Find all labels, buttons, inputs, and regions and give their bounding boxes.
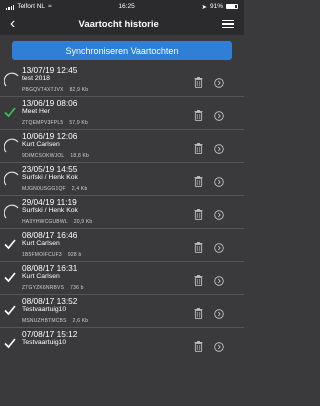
trip-size: 20,9 Kb bbox=[73, 219, 93, 225]
trip-meta: ZTQEMPV3FPL5 57,9 Kb bbox=[22, 120, 88, 126]
status-right: ➤ 91% bbox=[202, 3, 238, 11]
trip-date: 10/06/19 12:06 bbox=[22, 131, 78, 141]
sync-wrap: Synchroniseren Vaartochten bbox=[0, 35, 244, 60]
chevron-right-circle-icon[interactable] bbox=[214, 174, 224, 187]
checkmark-icon bbox=[4, 336, 18, 350]
trip-size: 18,8 Kb bbox=[70, 153, 90, 159]
trip-code: MJGN0USGG1QF bbox=[22, 186, 66, 192]
trip-date: 13/07/19 12:45 bbox=[22, 65, 78, 75]
trash-icon[interactable] bbox=[194, 306, 203, 319]
chevron-right-circle-icon[interactable] bbox=[214, 207, 224, 220]
trip-meta: PBGQVT4XTJVX 82,9 Kb bbox=[22, 87, 88, 93]
trash-icon[interactable] bbox=[194, 75, 203, 88]
trip-date: 29/04/19 11:19 bbox=[22, 197, 77, 207]
trash-icon[interactable] bbox=[194, 141, 203, 154]
pending-arc-icon bbox=[3, 171, 19, 186]
back-chevron-icon[interactable]: ‹ bbox=[10, 16, 15, 32]
trip-code: ZTGYZK6NRBVS bbox=[22, 285, 65, 291]
signal-icon bbox=[6, 4, 15, 10]
trip-code: HA3YHWCGUBWL bbox=[22, 219, 68, 225]
chevron-right-circle-icon[interactable] bbox=[214, 306, 224, 319]
trip-size: 2,6 Kb bbox=[72, 318, 89, 324]
trip-size: 736 b bbox=[70, 285, 84, 291]
trip-meta: MJGN0USGG1QF 2,4 Kb bbox=[22, 186, 87, 192]
trip-meta: MSNUZHBTMCBS 2,6 Kb bbox=[22, 318, 88, 324]
location-icon: ➤ bbox=[201, 3, 207, 11]
trip-name: Kurt Carlsen bbox=[22, 240, 60, 247]
trip-size: 928 b bbox=[67, 252, 82, 258]
checkmark-icon bbox=[4, 270, 18, 284]
trip-row[interactable]: 13/06/19 08:06 Meet Her ZTQEMPV3FPL5 57,9 K… bbox=[0, 97, 244, 130]
trip-name: Testvaartuig10 bbox=[22, 339, 67, 346]
trip-name: test 2018 bbox=[22, 75, 50, 82]
nav-bar: ‹ Vaartocht historie bbox=[0, 13, 244, 35]
checkmark-icon bbox=[4, 237, 18, 251]
sync-button[interactable]: Synchroniseren Vaartochten bbox=[12, 41, 232, 60]
status-left: Telfort NL ≈ bbox=[6, 3, 52, 10]
pending-arc-icon bbox=[3, 138, 19, 153]
battery-icon bbox=[226, 4, 238, 9]
checkmark-icon bbox=[4, 105, 18, 119]
carrier-label: Telfort NL bbox=[17, 3, 46, 10]
trip-code: MSNUZHBTMCBS bbox=[22, 318, 67, 324]
checkmark-icon bbox=[4, 303, 18, 317]
wifi-icon: ≈ bbox=[48, 3, 52, 10]
trip-name: Kurt Carlsen bbox=[22, 273, 60, 280]
trash-icon[interactable] bbox=[194, 240, 203, 253]
chevron-right-circle-icon[interactable] bbox=[214, 141, 224, 154]
trip-meta: ZTGYZK6NRBVS 736 b bbox=[22, 285, 84, 291]
trip-date: 13/06/19 08:06 bbox=[22, 98, 78, 108]
trip-list: 13/07/19 12:45 test 2018 PBGQVT4XTJVX 82,9 … bbox=[0, 64, 244, 352]
clock: 16:25 bbox=[118, 3, 135, 10]
trip-row[interactable]: 08/08/17 13:52 Testvaartuig10 MSNUZHBTMCBS… bbox=[0, 295, 244, 328]
trip-row[interactable]: 13/07/19 12:45 test 2018 PBGQVT4XTJVX 82,9 … bbox=[0, 64, 244, 97]
trip-name: Testvaartuig10 bbox=[22, 306, 67, 313]
trash-icon[interactable] bbox=[194, 207, 203, 220]
hamburger-menu-icon[interactable] bbox=[221, 19, 234, 29]
trash-icon[interactable] bbox=[194, 339, 203, 352]
trip-name: Surfski / Henk Kok bbox=[22, 207, 78, 214]
trip-row[interactable]: 29/04/19 11:19 Surfski / Henk Kok HA3YHWCG… bbox=[0, 196, 244, 229]
trip-size: 57,9 Kb bbox=[69, 120, 88, 126]
trip-row[interactable]: 23/05/19 14:55 Surfski / Henk Kok MJGN0USG… bbox=[0, 163, 244, 196]
trip-meta: 9DIMCSOKWJOL 18,8 Kb bbox=[22, 153, 89, 159]
status-bar: Telfort NL ≈ 16:25 ➤ 91% bbox=[0, 0, 244, 13]
trip-row[interactable]: 08/08/17 16:31 Kurt Carlsen ZTGYZK6NRBVS 73… bbox=[0, 262, 244, 295]
trip-meta: 1B5FMOIFCUF3 928 b bbox=[22, 252, 81, 258]
trip-row[interactable]: 07/08/17 15:12 Testvaartuig10 bbox=[0, 328, 244, 352]
chevron-right-circle-icon[interactable] bbox=[214, 240, 224, 253]
trip-size: 2,4 Kb bbox=[71, 186, 88, 192]
trash-icon[interactable] bbox=[194, 273, 203, 286]
trip-size: 82,9 Kb bbox=[69, 87, 89, 93]
chevron-right-circle-icon[interactable] bbox=[214, 75, 224, 88]
trip-code: ZTQEMPV3FPL5 bbox=[22, 120, 64, 126]
trash-icon[interactable] bbox=[194, 174, 203, 187]
trip-name: Meet Her bbox=[22, 108, 50, 115]
chevron-right-circle-icon[interactable] bbox=[214, 108, 224, 121]
trip-code: PBGQVT4XTJVX bbox=[22, 87, 64, 93]
trip-code: 9DIMCSOKWJOL bbox=[22, 153, 65, 159]
trip-date: 07/08/17 15:12 bbox=[22, 329, 78, 339]
chevron-right-circle-icon[interactable] bbox=[214, 273, 224, 286]
trip-meta: HA3YHWCGUBWL 20,9 Kb bbox=[22, 219, 92, 225]
trip-date: 08/08/17 13:52 bbox=[22, 296, 78, 306]
chevron-right-circle-icon[interactable] bbox=[214, 339, 224, 352]
battery-percent: 91% bbox=[209, 3, 223, 10]
trip-date: 08/08/17 16:46 bbox=[22, 230, 78, 240]
trip-row[interactable]: 08/08/17 16:46 Kurt Carlsen 1B5FMOIFCUF3 92… bbox=[0, 229, 244, 262]
trip-name: Kurt Carlsen bbox=[22, 141, 60, 148]
pending-arc-icon bbox=[3, 72, 19, 87]
page-title: Vaartocht historie bbox=[78, 18, 159, 30]
trash-icon[interactable] bbox=[194, 108, 203, 121]
trip-name: Surfski / Henk Kok bbox=[22, 174, 78, 181]
trip-date: 08/08/17 16:31 bbox=[22, 263, 78, 273]
trip-code: 1B5FMOIFCUF3 bbox=[22, 252, 62, 258]
trip-row[interactable]: 10/06/19 12:06 Kurt Carlsen 9DIMCSOKWJOL 18… bbox=[0, 130, 244, 163]
pending-arc-icon bbox=[3, 204, 19, 219]
trip-date: 23/05/19 14:55 bbox=[22, 164, 78, 174]
